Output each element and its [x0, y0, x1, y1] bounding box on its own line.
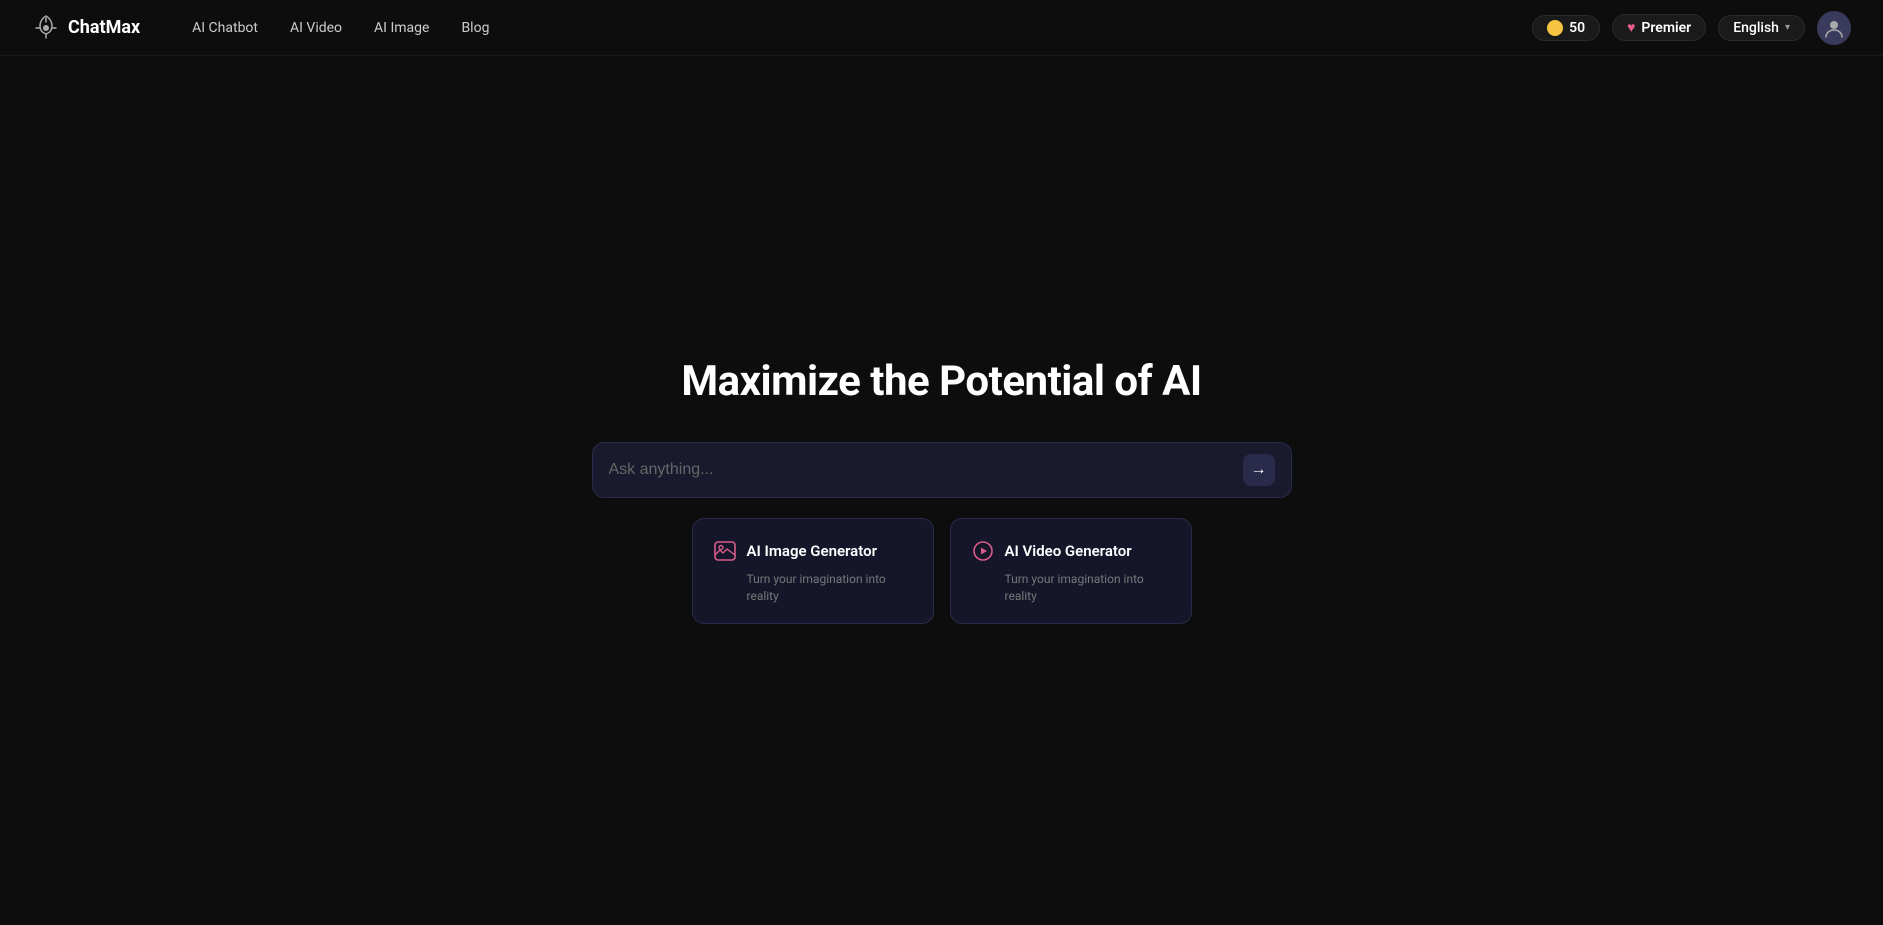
premier-badge[interactable]: ♥ Premier: [1612, 14, 1706, 41]
nav-links: AI Chatbot AI Video AI Image Blog: [180, 14, 1532, 42]
logo-area[interactable]: ChatMax: [32, 14, 140, 42]
video-card-header: AI Video Generator: [971, 539, 1171, 563]
nav-link-chatbot[interactable]: AI Chatbot: [180, 14, 270, 42]
search-submit-button[interactable]: →: [1243, 454, 1275, 486]
video-generator-icon: [971, 539, 995, 563]
nav-link-image[interactable]: AI Image: [362, 14, 441, 42]
language-selector[interactable]: English ▾: [1718, 15, 1805, 41]
language-label: English: [1733, 20, 1779, 36]
coin-icon: [1547, 20, 1563, 36]
search-input[interactable]: [609, 461, 1243, 479]
search-box: →: [592, 442, 1292, 498]
user-avatar[interactable]: [1817, 11, 1851, 45]
coins-badge[interactable]: 50: [1532, 15, 1600, 41]
user-icon: [1823, 17, 1845, 39]
image-generator-card[interactable]: AI Image Generator Turn your imagination…: [692, 518, 934, 624]
coins-value: 50: [1569, 20, 1585, 36]
nav-right: 50 ♥ Premier English ▾: [1532, 11, 1851, 45]
search-container: →: [592, 442, 1292, 498]
chevron-down-icon: ▾: [1785, 22, 1790, 33]
premier-icon: ♥: [1627, 19, 1635, 36]
brand-name: ChatMax: [68, 17, 140, 38]
video-generator-card[interactable]: AI Video Generator Turn your imagination…: [950, 518, 1192, 624]
navbar: ChatMax AI Chatbot AI Video AI Image Blo…: [0, 0, 1883, 56]
image-card-subtitle: Turn your imagination into reality: [713, 571, 913, 605]
arrow-icon: →: [1251, 461, 1267, 479]
premier-label: Premier: [1641, 20, 1691, 36]
nav-link-blog[interactable]: Blog: [449, 14, 501, 42]
hero-title: Maximize the Potential of AI: [681, 357, 1201, 406]
image-card-header: AI Image Generator: [713, 539, 913, 563]
main-content: Maximize the Potential of AI → AI Image …: [0, 56, 1883, 925]
cards-row: AI Image Generator Turn your imagination…: [692, 518, 1192, 624]
image-generator-icon: [713, 539, 737, 563]
video-card-subtitle: Turn your imagination into reality: [971, 571, 1171, 605]
image-card-title: AI Image Generator: [747, 542, 877, 560]
video-card-title: AI Video Generator: [1005, 542, 1132, 560]
logo-icon: [32, 14, 60, 42]
nav-link-video[interactable]: AI Video: [278, 14, 354, 42]
